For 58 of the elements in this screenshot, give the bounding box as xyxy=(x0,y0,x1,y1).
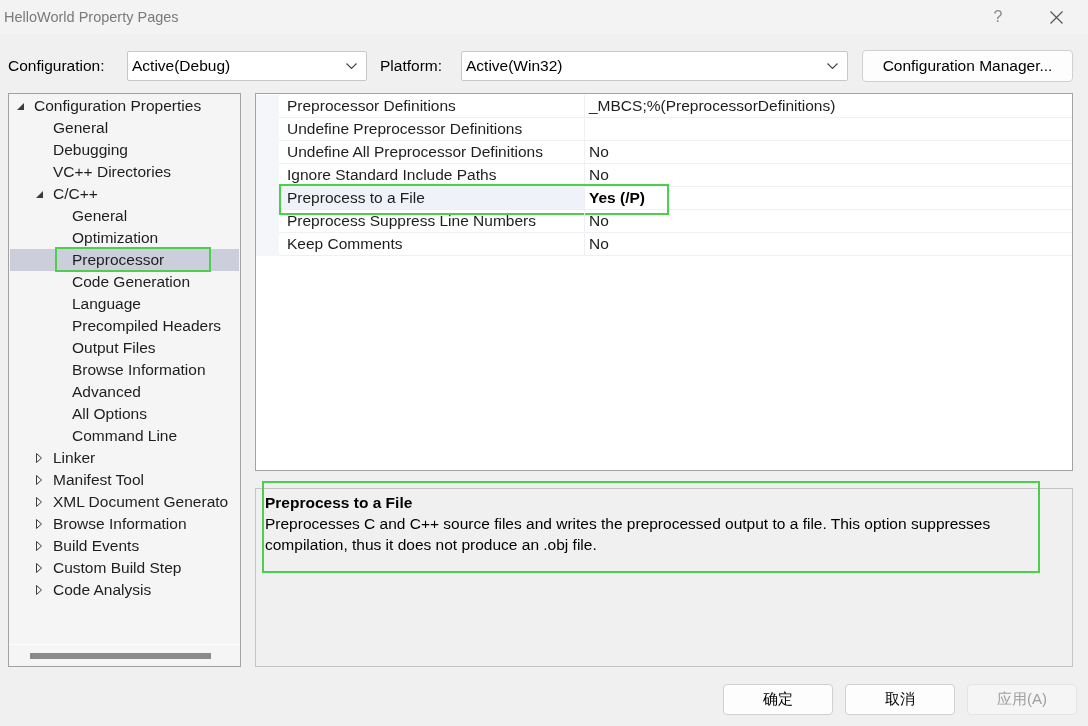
property-value[interactable]: No xyxy=(585,164,1072,187)
tree-item[interactable]: Build Events xyxy=(10,535,239,557)
configuration-label: Configuration: xyxy=(8,57,105,75)
property-value[interactable]: No xyxy=(585,141,1072,164)
description-text: Preprocesses C and C++ source files and writes the preprocessed output to a file. This option suppresses compilation, thus it does not produce an .obj file. xyxy=(265,514,992,555)
tree-item[interactable]: Output Files xyxy=(10,337,239,359)
tree-item[interactable]: Command Line xyxy=(10,425,239,447)
tree-item[interactable]: Linker xyxy=(10,447,239,469)
close-icon xyxy=(1049,10,1063,24)
platform-dropdown[interactable]: Active(Win32) xyxy=(461,51,848,81)
property-value[interactable]: No xyxy=(585,210,1072,233)
dialog-button[interactable]: 取消 xyxy=(845,684,955,715)
tree-item[interactable]: Debugging xyxy=(10,139,239,161)
property-value[interactable]: _MBCS;%(PreprocessorDefinitions) xyxy=(585,95,1072,118)
property-value[interactable]: No xyxy=(585,233,1072,256)
chevron-down-icon xyxy=(827,63,838,69)
tree-item[interactable]: All Options xyxy=(10,403,239,425)
tree-item[interactable]: Advanced xyxy=(10,381,239,403)
tree-item[interactable]: Custom Build Step xyxy=(10,557,239,579)
configuration-dropdown[interactable]: Active(Debug) xyxy=(127,51,367,81)
description-title: Preprocess to a File xyxy=(265,493,414,513)
property-value[interactable]: Yes (/P) xyxy=(585,187,1072,210)
configuration-manager-button[interactable]: Configuration Manager... xyxy=(862,50,1073,82)
scrollbar-thumb[interactable] xyxy=(30,652,211,659)
hollow-triangle-icon[interactable] xyxy=(36,585,42,595)
property-name[interactable]: Undefine All Preprocessor Definitions xyxy=(279,141,585,164)
tree-item[interactable]: Precompiled Headers xyxy=(10,315,239,337)
tree-item[interactable]: General xyxy=(10,205,239,227)
platform-label: Platform: xyxy=(380,57,442,75)
property-name[interactable]: Undefine Preprocessor Definitions xyxy=(279,118,585,141)
tree-item[interactable]: VC++ Directories xyxy=(10,161,239,183)
tree-item[interactable]: XML Document Generato xyxy=(10,491,239,513)
filled-triangle-icon[interactable] xyxy=(36,190,43,198)
tree-item[interactable]: Language xyxy=(10,293,239,315)
property-name[interactable]: Preprocess to a File xyxy=(279,187,585,210)
tree-item[interactable]: Browse Information xyxy=(10,359,239,381)
tree-item[interactable]: Browse Information xyxy=(10,513,239,535)
tree-item[interactable]: Optimization xyxy=(10,227,239,249)
property-name[interactable]: Preprocessor Definitions xyxy=(279,95,585,118)
chevron-down-icon xyxy=(346,63,357,69)
hollow-triangle-icon[interactable] xyxy=(36,475,42,485)
filled-triangle-icon[interactable] xyxy=(17,102,24,110)
hollow-triangle-icon[interactable] xyxy=(36,497,42,507)
hollow-triangle-icon[interactable] xyxy=(36,453,42,463)
tree-item[interactable]: Configuration Properties xyxy=(10,95,239,117)
hollow-triangle-icon[interactable] xyxy=(36,563,42,573)
tree-item[interactable]: Code Generation xyxy=(10,271,239,293)
property-name[interactable]: Keep Comments xyxy=(279,233,585,256)
dialog-button[interactable]: 确定 xyxy=(723,684,833,715)
tree-item[interactable]: Manifest Tool xyxy=(10,469,239,491)
tree-item[interactable]: C/C++ xyxy=(10,183,239,205)
property-name[interactable]: Preprocess Suppress Line Numbers xyxy=(279,210,585,233)
tree-item[interactable]: General xyxy=(10,117,239,139)
window-title: HelloWorld Property Pages xyxy=(4,9,179,25)
hollow-triangle-icon[interactable] xyxy=(36,519,42,529)
hollow-triangle-icon[interactable] xyxy=(36,541,42,551)
tree-item[interactable]: Code Analysis xyxy=(10,579,239,601)
tree-item[interactable]: Preprocessor xyxy=(10,249,239,271)
